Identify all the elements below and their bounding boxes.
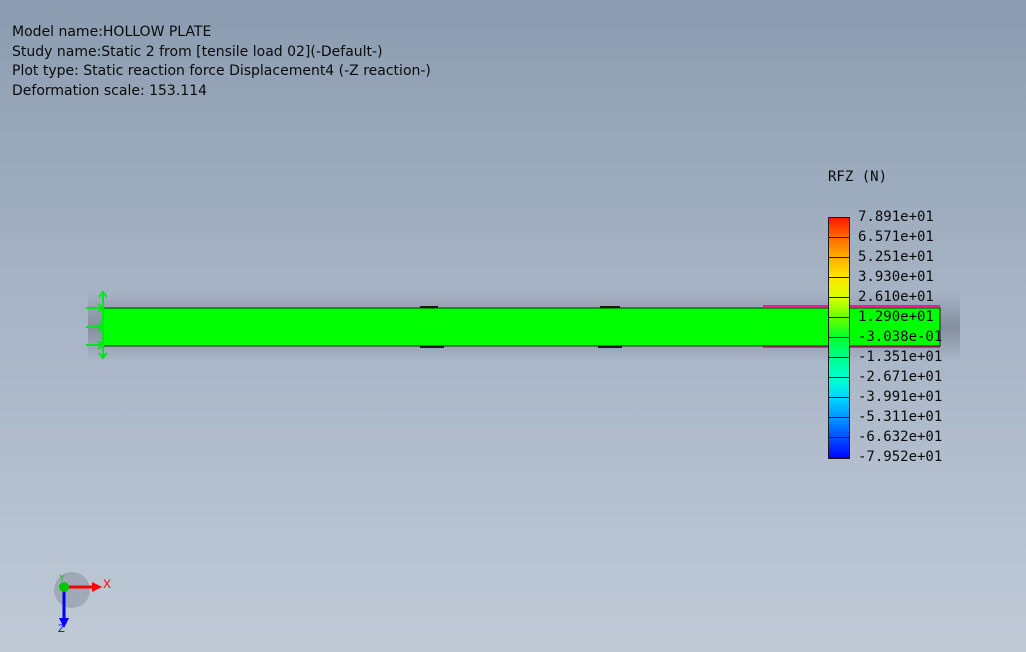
legend-color-segment	[829, 318, 849, 338]
legend-color-segment	[829, 238, 849, 258]
legend-color-segment	[829, 358, 849, 378]
model-viewport[interactable]	[0, 0, 1026, 652]
legend-color-segment	[829, 338, 849, 358]
legend-color-segment	[829, 218, 849, 238]
legend-colorbar	[828, 217, 850, 459]
hollow-plate-body[interactable]	[102, 307, 941, 347]
legend-color-segment	[829, 418, 849, 438]
legend-color-segment	[829, 298, 849, 318]
triad-y-label: Y	[59, 573, 65, 583]
triad-x-arrow	[92, 582, 102, 592]
triad-y-axis-dot	[59, 582, 69, 592]
legend-value-label: 5.251e+01	[858, 249, 934, 265]
legend-value-label: 3.930e+01	[858, 269, 934, 285]
legend-value-label: -7.952e+01	[858, 449, 943, 465]
legend-value-label: -3.991e+01	[858, 389, 943, 405]
legend-color-segment	[829, 398, 849, 418]
legend-value-label: 6.571e+01	[858, 229, 934, 245]
triad-x-label: X	[103, 577, 111, 591]
triad-z-label: Z	[58, 623, 65, 635]
legend-value-label: 1.290e+01	[858, 309, 934, 325]
legend-value-label: -5.311e+01	[858, 409, 943, 425]
legend-value-label: -1.351e+01	[858, 349, 943, 365]
legend-title: RFZ (N)	[828, 169, 888, 185]
legend-color-segment	[829, 438, 849, 458]
legend-value-label: -6.632e+01	[858, 429, 943, 445]
legend-value-label: 2.610e+01	[858, 289, 934, 305]
legend-color-segment	[829, 258, 849, 278]
coordinate-triad: X Z Y	[54, 572, 111, 635]
legend-value-label: -3.038e-01	[858, 329, 943, 345]
legend-value-label: -2.671e+01	[858, 369, 943, 385]
legend-color-segment	[829, 378, 849, 398]
legend-value-label: 7.891e+01	[858, 209, 934, 225]
legend-color-segment	[829, 278, 849, 298]
